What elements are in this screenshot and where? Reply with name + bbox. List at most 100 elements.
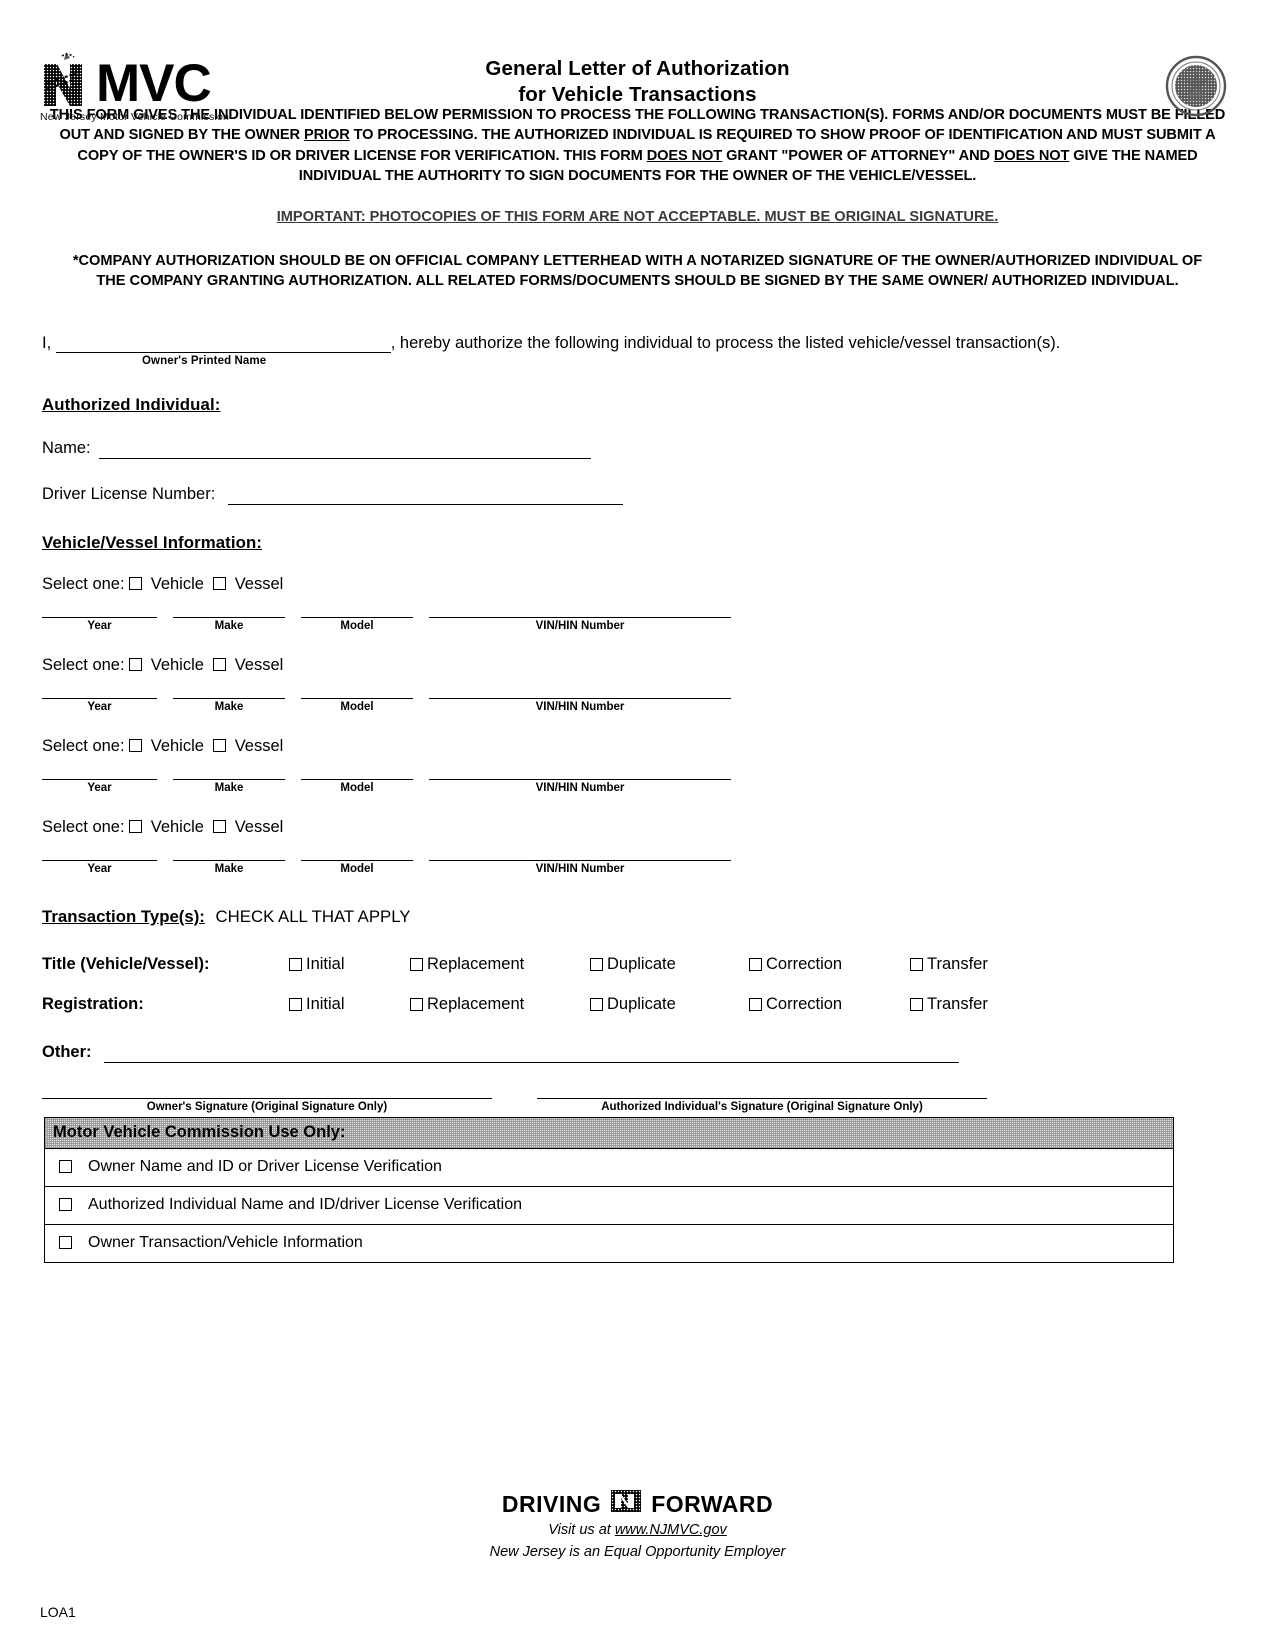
- page-title-line-2: for Vehicle Transactions: [518, 83, 757, 107]
- vehicle-type-selector: Select one: Vehicle Vessel: [42, 656, 1232, 675]
- checkbox-label-correction: Correction: [766, 954, 843, 973]
- vehicle-entries-list: Select one: Vehicle Vessel Year Make Model V…: [42, 575, 1232, 875]
- company-authorization-note: *COMPANY AUTHORIZATION SHOULD BE ON OFFI…: [72, 252, 1203, 290]
- checkbox-replacement[interactable]: [410, 997, 423, 1011]
- checkbox-label-correction: Correction: [766, 994, 843, 1013]
- checkbox-vehicle[interactable]: [129, 738, 143, 752]
- transaction-row: Title (Vehicle/Vessel): Initial Replacem…: [42, 947, 1232, 981]
- mvc-checkbox[interactable]: [59, 1236, 72, 1250]
- transaction-heading-note: CHECK ALL THAT APPLY: [215, 906, 411, 926]
- other-input[interactable]: [104, 1047, 960, 1063]
- checkbox-correction[interactable]: [749, 997, 762, 1011]
- field-caption: Make: [214, 700, 244, 713]
- transaction-option-replacement[interactable]: Replacement: [410, 995, 524, 1014]
- field-caption: Model: [340, 619, 374, 632]
- vehicle-field-make[interactable]: Make: [173, 697, 285, 713]
- select-one-label: Select one:: [42, 817, 130, 836]
- owner-signature-field[interactable]: Owner's Signature (Original Signature On…: [42, 1097, 492, 1113]
- authorized-name-label: Name:: [42, 439, 91, 458]
- checkbox-label-vehicle: Vehicle: [146, 817, 214, 836]
- transaction-option-replacement[interactable]: Replacement: [410, 955, 524, 974]
- vehicle-field-vin-hin-number[interactable]: VIN/HIN Number: [429, 859, 731, 875]
- checkbox-label-replacement: Replacement: [427, 954, 525, 973]
- checkbox-label-vessel: Vessel: [230, 817, 284, 836]
- vehicle-field-year[interactable]: Year: [42, 616, 157, 632]
- document-header: MVC New Jersey Motor Vehicle Commission …: [0, 0, 1275, 123]
- checkbox-vessel[interactable]: [213, 657, 227, 671]
- vehicle-field-year[interactable]: Year: [42, 697, 157, 713]
- mvc-use-only-table: Motor Vehicle Commission Use Only: Owner…: [44, 1116, 1174, 1263]
- field-caption: Model: [340, 700, 374, 713]
- vehicle-field-model[interactable]: Model: [301, 616, 413, 632]
- checkbox-label-vehicle: Vehicle: [146, 655, 214, 674]
- vehicle-field-vin-hin-number[interactable]: VIN/HIN Number: [429, 697, 731, 713]
- field-caption: Model: [340, 862, 374, 875]
- vehicle-field-vin-hin-number[interactable]: VIN/HIN Number: [429, 778, 731, 794]
- transaction-option-duplicate[interactable]: Duplicate: [590, 955, 676, 974]
- important-notice: IMPORTANT: PHOTOCOPIES OF THIS FORM ARE …: [276, 208, 999, 225]
- vehicle-field-make[interactable]: Make: [173, 778, 285, 794]
- form-body: I, , hereby authorize the following indi…: [42, 334, 1232, 1263]
- vehicle-field-vin-hin-number[interactable]: VIN/HIN Number: [429, 616, 731, 632]
- transaction-option-transfer[interactable]: Transfer: [910, 995, 988, 1014]
- vehicle-field-year[interactable]: Year: [42, 778, 157, 794]
- vehicle-field-lines: Year Make Model VIN/HIN Number: [42, 616, 1232, 632]
- mvc-row-label: Owner Transaction/Vehicle Information: [88, 1233, 363, 1251]
- checkbox-label-transfer: Transfer: [927, 994, 988, 1013]
- mvc-use-only-row[interactable]: Authorized Individual Name and ID/driver…: [45, 1187, 1173, 1225]
- other-label: Other:: [42, 1043, 92, 1062]
- checkbox-transfer[interactable]: [910, 957, 923, 971]
- field-caption: Year: [87, 700, 112, 713]
- checkbox-vehicle[interactable]: [129, 819, 143, 833]
- visit-prefix: Visit us at: [548, 1522, 615, 1538]
- vehicle-field-model[interactable]: Model: [301, 859, 413, 875]
- checkbox-initial[interactable]: [289, 957, 302, 971]
- transaction-option-initial[interactable]: Initial: [289, 955, 345, 974]
- checkbox-vehicle[interactable]: [129, 576, 143, 590]
- authorized-signature-field[interactable]: Authorized Individual's Signature (Origi…: [537, 1097, 987, 1113]
- mvc-checkbox[interactable]: [59, 1198, 72, 1212]
- document-footer: DRIVING FORWARD Visit us at www.NJMVC.go…: [0, 1490, 1275, 1560]
- mvc-row-label: Owner Name and ID or Driver License Veri…: [88, 1157, 442, 1175]
- tagline-right: FORWARD: [651, 1490, 774, 1517]
- transaction-option-initial[interactable]: Initial: [289, 995, 345, 1014]
- driver-license-label: Driver License Number:: [42, 485, 216, 504]
- vehicle-field-model[interactable]: Model: [301, 697, 413, 713]
- visit-line: Visit us at www.NJMVC.gov: [0, 1522, 1275, 1538]
- checkbox-duplicate[interactable]: [590, 957, 603, 971]
- njmvc-website-link[interactable]: www.NJMVC.gov: [615, 1522, 727, 1538]
- transaction-option-correction[interactable]: Correction: [749, 955, 842, 974]
- mvc-use-only-row[interactable]: Owner Transaction/Vehicle Information: [45, 1225, 1173, 1262]
- checkbox-replacement[interactable]: [410, 957, 423, 971]
- driver-license-input[interactable]: [227, 489, 623, 505]
- vehicle-field-lines: Year Make Model VIN/HIN Number: [42, 697, 1232, 713]
- vehicle-field-make[interactable]: Make: [173, 859, 285, 875]
- transaction-option-transfer[interactable]: Transfer: [910, 955, 988, 974]
- field-caption: VIN/HIN Number: [535, 781, 625, 794]
- transaction-option-duplicate[interactable]: Duplicate: [590, 995, 676, 1014]
- checkbox-vehicle[interactable]: [129, 657, 143, 671]
- checkbox-label-vessel: Vessel: [230, 574, 284, 593]
- document-page: MVC New Jersey Motor Vehicle Commission …: [0, 0, 1275, 1650]
- checkbox-correction[interactable]: [749, 957, 762, 971]
- checkbox-initial[interactable]: [289, 997, 302, 1011]
- mvc-checkbox[interactable]: [59, 1160, 72, 1174]
- checkbox-duplicate[interactable]: [590, 997, 603, 1011]
- owner-printed-name-input[interactable]: [55, 337, 391, 354]
- checkbox-vessel[interactable]: [213, 576, 227, 590]
- checkbox-label-vehicle: Vehicle: [146, 736, 214, 755]
- transaction-option-correction[interactable]: Correction: [749, 995, 842, 1014]
- checkbox-vessel[interactable]: [213, 738, 227, 752]
- field-caption: VIN/HIN Number: [535, 700, 625, 713]
- vehicle-field-make[interactable]: Make: [173, 616, 285, 632]
- checkbox-vessel[interactable]: [213, 819, 227, 833]
- field-caption: Model: [340, 781, 374, 794]
- checkbox-transfer[interactable]: [910, 997, 923, 1011]
- vehicle-field-model[interactable]: Model: [301, 778, 413, 794]
- select-one-label: Select one:: [42, 574, 130, 593]
- authorized-name-input[interactable]: [99, 443, 592, 460]
- mvc-use-only-row[interactable]: Owner Name and ID or Driver License Veri…: [45, 1149, 1173, 1187]
- owner-printed-name-caption: Owner's Printed Name: [142, 355, 267, 368]
- vehicle-field-year[interactable]: Year: [42, 859, 157, 875]
- mvc-row-label: Authorized Individual Name and ID/driver…: [88, 1195, 523, 1213]
